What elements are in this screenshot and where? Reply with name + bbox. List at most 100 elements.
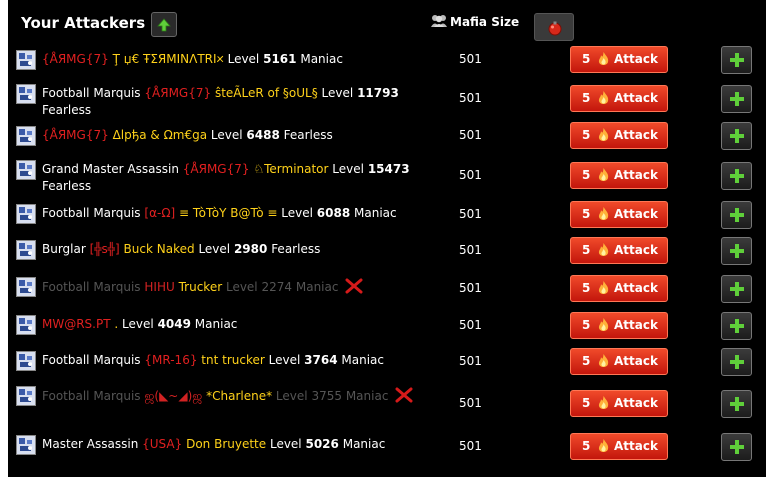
attacker-level: 5161 xyxy=(263,52,297,66)
player-avatar-icon[interactable] xyxy=(16,50,36,70)
add-to-hitlist-button[interactable] xyxy=(721,122,752,150)
player-avatar-icon[interactable] xyxy=(16,204,36,224)
attacker-name[interactable]: ŝteÃLeR of §oUL§ xyxy=(215,86,318,100)
add-to-hitlist-button[interactable] xyxy=(721,46,752,74)
mafia-size-value: 501 xyxy=(459,168,482,182)
attacker-level-label: Level xyxy=(210,128,243,142)
attacker-level-label: Level xyxy=(227,52,260,66)
mafia-size-value: 501 xyxy=(459,243,482,257)
attacker-type: Fearless xyxy=(42,179,92,193)
attacker-description: MW@RS.PT . Level 4049 Maniac xyxy=(42,316,432,333)
add-to-hitlist-button[interactable] xyxy=(721,162,752,190)
mafia-size-value: 501 xyxy=(459,439,482,453)
attacker-level: 2980 xyxy=(233,242,268,256)
attack-button[interactable]: 5 Attack xyxy=(570,162,668,189)
attacker-family-tag[interactable]: HIHU xyxy=(144,280,174,294)
attacker-name[interactable]: tnt trucker xyxy=(201,353,265,367)
attack-button[interactable]: 5 Attack xyxy=(570,46,668,73)
attackers-panel: Your Attackers Mafia Size {ÅЯMG{7} Ţ џ€ … xyxy=(8,0,766,477)
player-avatar-icon[interactable] xyxy=(16,315,36,335)
attacker-name[interactable]: *Charlene* xyxy=(206,389,272,403)
plus-icon xyxy=(730,53,744,67)
add-to-hitlist-button[interactable] xyxy=(721,275,752,303)
attacker-type: Maniac xyxy=(300,52,343,66)
player-avatar-icon[interactable] xyxy=(16,160,36,180)
add-to-hitlist-button[interactable] xyxy=(721,433,752,461)
attacker-type: Fearless xyxy=(283,128,333,142)
attack-label: Attack xyxy=(614,52,658,66)
add-to-hitlist-button[interactable] xyxy=(721,85,752,113)
attacker-family-tag[interactable]: {ÅЯMG{7} xyxy=(183,162,250,176)
player-avatar-icon[interactable] xyxy=(16,84,36,104)
attacker-title: Football Marquis xyxy=(42,280,141,294)
attacker-description: {ÅЯMG{7} Δlpђa & Ωm€ga Level 6488 Fearle… xyxy=(42,127,432,144)
attack-label: Attack xyxy=(614,207,658,221)
attack-button[interactable]: 5 Attack xyxy=(570,433,668,460)
attack-button[interactable]: 5 Attack xyxy=(570,275,668,302)
attack-button[interactable]: 5 Attack xyxy=(570,85,668,112)
plus-icon xyxy=(730,208,744,222)
player-avatar-icon[interactable] xyxy=(16,435,36,455)
attack-count: 5 xyxy=(582,318,591,332)
attacker-name[interactable]: . xyxy=(114,317,118,331)
attack-button[interactable]: 5 Attack xyxy=(570,312,668,339)
add-to-hitlist-button[interactable] xyxy=(721,312,752,340)
attacker-title: Football Marquis xyxy=(42,389,141,403)
add-to-hitlist-button[interactable] xyxy=(721,237,752,265)
attacker-level: 6488 xyxy=(246,128,280,142)
attack-button[interactable]: 5 Attack xyxy=(570,390,668,417)
flame-icon xyxy=(598,396,609,409)
attack-button[interactable]: 5 Attack xyxy=(570,237,668,264)
attacker-title: Football Marquis xyxy=(42,206,141,220)
attack-button[interactable]: 5 Attack xyxy=(570,201,668,228)
player-avatar-icon[interactable] xyxy=(16,386,36,406)
attacker-level: 2274 xyxy=(261,280,293,294)
attacker-family-tag[interactable]: {ÅЯMG{7} xyxy=(144,86,211,100)
flame-icon xyxy=(598,354,609,367)
attacker-name[interactable]: Trucker xyxy=(179,280,223,294)
attack-button[interactable]: 5 Attack xyxy=(570,348,668,375)
bomb-sort-button[interactable] xyxy=(534,13,574,41)
attacker-family-tag[interactable]: [╬ѕ╬] xyxy=(90,242,120,256)
plus-icon xyxy=(730,397,744,411)
player-avatar-icon[interactable] xyxy=(16,351,36,371)
attack-button[interactable]: 5 Attack xyxy=(570,122,668,149)
mafia-size-value: 501 xyxy=(459,52,482,66)
sort-button[interactable] xyxy=(151,12,177,37)
player-avatar-icon[interactable] xyxy=(16,277,36,297)
attacker-type: Maniac xyxy=(341,353,384,367)
attacker-name[interactable]: ≡ TòTòY B@Tò ≡ xyxy=(179,206,277,220)
player-avatar-icon[interactable] xyxy=(16,126,36,146)
plus-icon xyxy=(730,319,744,333)
attack-label: Attack xyxy=(614,318,658,332)
add-to-hitlist-button[interactable] xyxy=(721,348,752,376)
attacker-name[interactable]: Δlpђa & Ωm€ga xyxy=(113,128,207,142)
attacker-family-tag[interactable]: {MR-16} xyxy=(144,353,197,367)
attack-label: Attack xyxy=(614,168,658,182)
attacker-name[interactable]: Don Bruyette xyxy=(186,437,266,451)
attack-count: 5 xyxy=(582,439,591,453)
flame-icon xyxy=(598,128,609,141)
attacker-family-tag[interactable]: {ÅЯMG{7} xyxy=(42,128,109,142)
bomb-icon xyxy=(548,21,562,36)
attacker-level: 3755 xyxy=(311,389,342,403)
add-to-hitlist-button[interactable] xyxy=(721,390,752,418)
x-mark-icon xyxy=(395,387,413,403)
add-to-hitlist-button[interactable] xyxy=(721,201,752,229)
attack-label: Attack xyxy=(614,396,658,410)
attacker-name[interactable]: Ţ џ€ ŦΣЯΜINΛTRI🞪 xyxy=(113,52,224,66)
plus-icon xyxy=(730,169,744,183)
attacker-name[interactable]: ♘Terminator xyxy=(253,162,328,176)
attacker-level-label: Level xyxy=(275,389,308,403)
player-avatar-icon[interactable] xyxy=(16,240,36,260)
attacker-name[interactable]: Buck Naked xyxy=(124,242,195,256)
attacker-family-tag[interactable]: {ÅЯMG{7} xyxy=(42,52,109,66)
attacker-family-tag[interactable]: ஜ(◣~◢)ஜ xyxy=(144,389,202,403)
attacker-family-tag[interactable]: {USA} xyxy=(142,437,182,451)
mafia-size-value: 501 xyxy=(459,128,482,142)
attacker-family-tag[interactable]: MW@RS.PT xyxy=(42,317,111,331)
attacker-level: 6088 xyxy=(316,206,351,220)
attacker-family-tag[interactable]: [α-Ω] xyxy=(144,206,175,220)
attacker-title: Grand Master Assassin xyxy=(42,162,179,176)
attack-count: 5 xyxy=(582,128,591,142)
